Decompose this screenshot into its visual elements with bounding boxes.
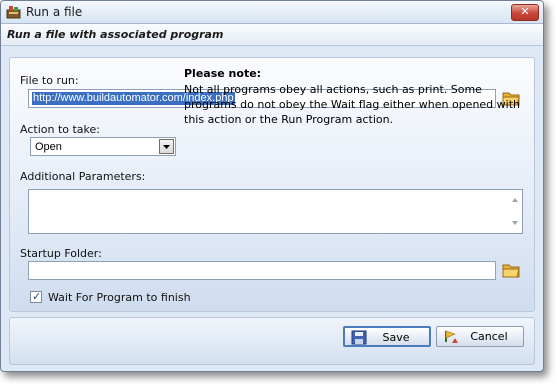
scroll-up-icon[interactable] — [512, 198, 518, 202]
save-button[interactable]: Save — [343, 326, 431, 347]
run-file-dialog: Run a file ✕ Run a file with associated … — [0, 0, 544, 372]
action-label: Action to take: — [20, 123, 100, 136]
scroll-down-icon[interactable] — [512, 221, 518, 225]
wait-checkbox[interactable]: ✓ — [30, 290, 42, 303]
close-button[interactable]: ✕ — [511, 4, 539, 21]
startup-folder-label: Startup Folder: — [20, 247, 102, 260]
button-bar: Save Cancel — [9, 317, 535, 365]
additional-parameters-textarea[interactable] — [28, 189, 523, 234]
cancel-button[interactable]: Cancel — [436, 326, 524, 347]
title-bar[interactable]: Run a file ✕ — [1, 1, 543, 24]
chevron-down-icon[interactable] — [159, 139, 174, 154]
startup-folder-input[interactable] — [28, 261, 496, 280]
wait-checkbox-label[interactable]: Wait For Program to finish — [48, 291, 191, 304]
app-icon — [6, 6, 21, 19]
additional-parameters-label: Additional Parameters: — [20, 170, 146, 183]
note-body: Not all programs obey all actions, such … — [184, 83, 520, 126]
save-button-label: Save — [382, 331, 410, 344]
action-selected-value: Open — [35, 141, 62, 153]
close-icon: ✕ — [520, 5, 530, 18]
header-band: Run a file with associated program — [1, 24, 543, 46]
dialog-heading: Run a file with associated program — [7, 28, 224, 41]
file-to-run-label: File to run: — [20, 74, 79, 87]
settings-panel: File to run: http://www.buildautomator.c… — [9, 57, 535, 312]
cancel-button-label: Cancel — [470, 330, 508, 343]
action-select[interactable]: Open — [30, 137, 176, 156]
note-title: Please note: — [184, 67, 262, 80]
browse-folder-icon[interactable] — [502, 261, 521, 279]
window-title: Run a file — [26, 5, 83, 19]
checkmark-icon: ✓ — [32, 290, 42, 303]
